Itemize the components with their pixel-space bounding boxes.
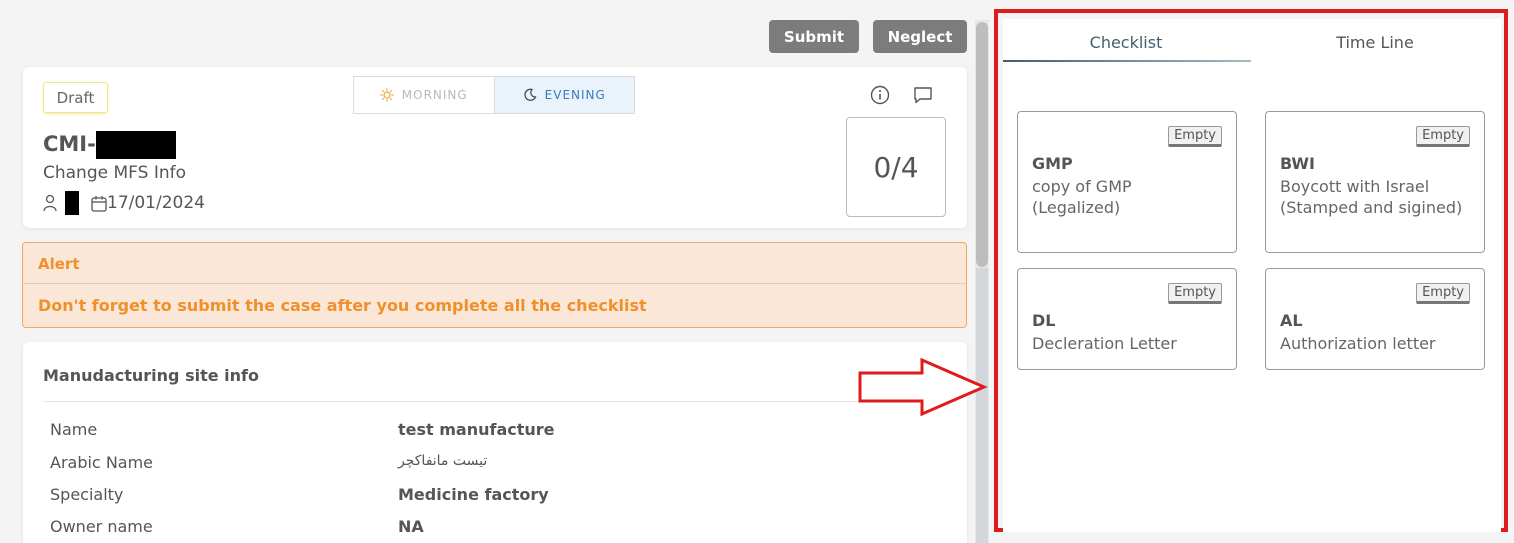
- redacted-block: [95, 131, 176, 159]
- case-header-card: Draft MORNING EVENING CMI- Change MFS In: [23, 67, 967, 228]
- empty-status-badge: Empty: [1168, 126, 1222, 147]
- tab-timeline[interactable]: Time Line: [1252, 33, 1498, 61]
- checklist-item-al[interactable]: Empty AL Authorization letter: [1265, 268, 1485, 370]
- submit-button[interactable]: Submit: [769, 20, 859, 53]
- site-row-value: test manufacture: [398, 420, 555, 439]
- checklist-item-bwi[interactable]: Empty BWI Boycott with Israel (Stamped a…: [1265, 111, 1485, 253]
- case-id: CMI-: [43, 131, 176, 159]
- checklist-item-gmp[interactable]: Empty GMP copy of GMP (Legalized): [1017, 111, 1237, 253]
- alert-box: Alert Don't forget to submit the case af…: [22, 242, 967, 328]
- shift-evening-option[interactable]: EVENING: [493, 77, 634, 113]
- shift-toggle[interactable]: MORNING EVENING: [353, 76, 635, 114]
- checklist-item-code: DL: [1032, 311, 1056, 330]
- scrollbar-thumb[interactable]: [976, 22, 988, 267]
- neglect-button[interactable]: Neglect: [873, 20, 967, 53]
- site-row-label: Owner name: [50, 517, 153, 536]
- empty-status-badge: Empty: [1168, 283, 1222, 304]
- shift-morning-label: MORNING: [401, 88, 468, 102]
- checklist-panel: Checklist Time Line Empty GMP copy of GM…: [1003, 19, 1501, 532]
- checklist-item-code: BWI: [1280, 154, 1315, 173]
- moon-icon: [524, 88, 537, 101]
- calendar-icon: [91, 195, 107, 212]
- empty-status-badge: Empty: [1416, 283, 1470, 304]
- alert-message: Don't forget to submit the case after yo…: [38, 296, 647, 315]
- checklist-item-dl[interactable]: Empty DL Decleration Letter: [1017, 268, 1237, 370]
- tab-checklist[interactable]: Checklist: [1003, 33, 1249, 61]
- status-badge: Draft: [43, 82, 108, 113]
- alert-divider: [23, 283, 966, 284]
- site-row-value: Medicine factory: [398, 485, 549, 504]
- checklist-progress: 0/4: [846, 117, 946, 217]
- checklist-item-description: Decleration Letter: [1032, 334, 1177, 353]
- redacted-user: [65, 191, 79, 215]
- empty-status-badge: Empty: [1416, 126, 1470, 147]
- site-row-label: Specialty: [50, 485, 124, 504]
- info-icon[interactable]: [870, 85, 890, 105]
- checklist-item-code: GMP: [1032, 154, 1073, 173]
- chat-icon[interactable]: [913, 85, 933, 105]
- case-meta: 17/01/2024: [43, 191, 205, 215]
- sun-icon: [380, 88, 394, 102]
- shift-evening-label: EVENING: [544, 88, 606, 102]
- checklist-item-code: AL: [1280, 311, 1303, 330]
- checklist-item-description: Authorization letter: [1280, 334, 1436, 353]
- case-date: 17/01/2024: [107, 193, 205, 213]
- user-icon: [43, 194, 57, 212]
- site-row-value: NA: [398, 517, 424, 536]
- site-info-card: Manudacturing site info Name test manufa…: [23, 342, 967, 543]
- case-id-prefix: CMI-: [43, 132, 96, 156]
- case-type: Change MFS Info: [43, 163, 187, 183]
- site-row-label: Arabic Name: [50, 453, 154, 472]
- site-info-divider: [43, 401, 957, 402]
- active-tab-indicator: [1003, 60, 1251, 62]
- checklist-item-description: Boycott with Israel (Stamped and sigined…: [1280, 177, 1463, 217]
- alert-title: Alert: [38, 255, 80, 273]
- arrow-right-icon: [858, 357, 988, 417]
- site-row-value: تيست مانفاكچر: [398, 453, 488, 469]
- checklist-item-description: copy of GMP (Legalized): [1032, 177, 1132, 217]
- shift-morning-option[interactable]: MORNING: [354, 77, 494, 113]
- site-info-title: Manudacturing site info: [43, 366, 259, 385]
- site-row-label: Name: [50, 420, 98, 439]
